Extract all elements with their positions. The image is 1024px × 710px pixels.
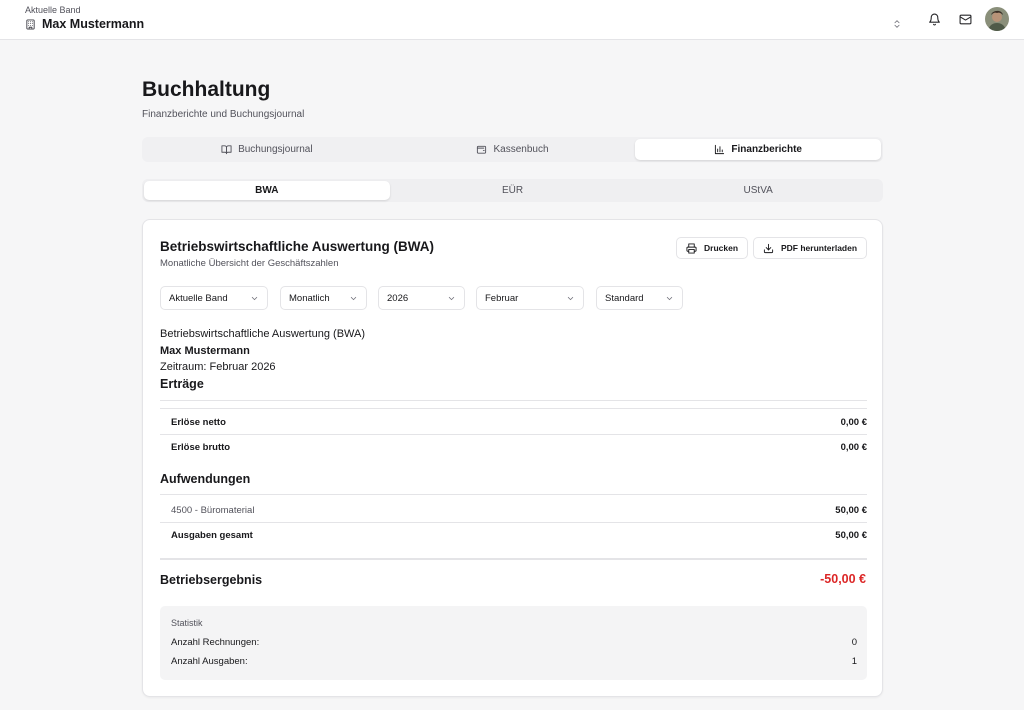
revenue-net-value: 0,00 € — [840, 417, 867, 428]
tab-euer[interactable]: EÜR — [390, 181, 636, 200]
band-name: Max Mustermann — [42, 17, 145, 31]
page-title: Buchhaltung — [142, 78, 271, 101]
tab-buchungsjournal[interactable]: Buchungsjournal — [144, 139, 390, 160]
pdf-download-label: PDF herunterladen — [781, 243, 858, 253]
expense-account-value: 50,00 € — [835, 505, 867, 516]
result-value: -50,00 € — [820, 572, 866, 586]
divider — [160, 522, 867, 523]
report-type-tabs: BWA EÜR UStVA — [142, 179, 883, 202]
period-type-value: Monatlich — [289, 292, 330, 304]
expense-count-label: Anzahl Ausgaben: — [171, 656, 248, 667]
band-label: Aktuelle Band — [25, 5, 81, 15]
divider — [160, 558, 867, 560]
chevron-down-icon — [349, 294, 358, 303]
mail-icon[interactable] — [957, 11, 973, 27]
tab-ustva[interactable]: UStVA — [635, 181, 881, 200]
tab-label: Buchungsjournal — [238, 144, 313, 155]
expense-account-label: 4500 - Büromaterial — [171, 505, 255, 516]
period-type-select[interactable]: Monatlich — [280, 286, 367, 310]
expenses-section-title: Aufwendungen — [160, 472, 251, 486]
band-select-value: Aktuelle Band — [169, 292, 228, 304]
wallet-icon — [476, 144, 487, 155]
statistics-box: Statistik Anzahl Rechnungen: 0 Anzahl Au… — [160, 606, 867, 680]
table-row: Erlöse brutto 0,00 € — [171, 442, 867, 453]
chevron-down-icon — [566, 294, 575, 303]
table-row: Ausgaben gesamt 50,00 € — [171, 530, 867, 541]
table-row: 4500 - Büromaterial 50,00 € — [171, 505, 867, 516]
stats-row: Anzahl Ausgaben: 1 — [171, 656, 857, 667]
divider — [160, 494, 867, 495]
chevrons-up-down-icon[interactable] — [892, 19, 902, 29]
year-select-value: 2026 — [387, 292, 409, 304]
band-switcher[interactable]: Max Mustermann — [25, 17, 144, 31]
report-name: Max Mustermann — [160, 345, 250, 357]
stats-row: Anzahl Rechnungen: 0 — [171, 637, 857, 648]
tab-label: Kassenbuch — [493, 144, 549, 155]
tab-bwa[interactable]: BWA — [144, 181, 390, 200]
bwa-report-card: Betriebswirtschaftliche Auswertung (BWA)… — [142, 219, 883, 697]
bell-icon[interactable] — [926, 11, 942, 27]
tab-finanzberichte[interactable]: Finanzberichte — [635, 139, 882, 160]
divider — [160, 408, 867, 409]
pdf-download-button[interactable]: PDF herunterladen — [753, 237, 868, 259]
invoice-count-value: 0 — [851, 637, 857, 648]
layout-select[interactable]: Standard — [596, 286, 683, 310]
user-avatar[interactable] — [985, 7, 1009, 31]
statistics-title: Statistik — [171, 618, 203, 628]
divider — [160, 434, 867, 435]
top-bar: Aktuelle Band Max Mustermann — [0, 0, 1024, 40]
card-subtitle: Monatliche Übersicht der Geschäftszahlen — [160, 258, 339, 269]
month-select[interactable]: Februar — [476, 286, 584, 310]
invoice-count-label: Anzahl Rechnungen: — [171, 637, 260, 648]
expenses-total-value: 50,00 € — [835, 530, 867, 541]
expenses-total-label: Ausgaben gesamt — [171, 530, 253, 541]
report-period: Zeitraum: Februar 2026 — [160, 361, 276, 373]
revenue-gross-value: 0,00 € — [840, 442, 867, 453]
tab-kassenbuch[interactable]: Kassenbuch — [390, 139, 636, 160]
print-button[interactable]: Drucken — [676, 237, 749, 259]
month-select-value: Februar — [485, 292, 519, 304]
building-icon — [25, 18, 36, 30]
revenue-net-label: Erlöse netto — [171, 417, 226, 428]
band-select[interactable]: Aktuelle Band — [160, 286, 268, 310]
printer-icon — [686, 242, 697, 254]
expense-count-value: 1 — [851, 656, 857, 667]
book-open-icon — [221, 144, 232, 155]
chevron-down-icon — [665, 294, 674, 303]
layout-select-value: Standard — [605, 292, 644, 304]
revenue-section-title: Erträge — [160, 377, 204, 391]
revenue-gross-label: Erlöse brutto — [171, 442, 231, 453]
tab-label: Finanzberichte — [731, 144, 802, 155]
download-icon — [763, 243, 774, 254]
result-label: Betriebsergebnis — [160, 573, 263, 587]
chevron-down-icon — [447, 294, 456, 303]
table-row: Erlöse netto 0,00 € — [171, 417, 867, 428]
print-button-label: Drucken — [704, 243, 739, 253]
main-tabs: Buchungsjournal Kassenbuch Finanzbericht… — [142, 137, 883, 162]
year-select[interactable]: 2026 — [378, 286, 465, 310]
chevron-down-icon — [250, 294, 259, 303]
card-title: Betriebswirtschaftliche Auswertung (BWA) — [160, 239, 435, 254]
page-subtitle: Finanzberichte und Buchungsjournal — [142, 109, 305, 120]
divider — [160, 400, 867, 401]
report-heading: Betriebswirtschaftliche Auswertung (BWA) — [160, 328, 365, 340]
bar-chart-icon — [714, 144, 725, 155]
